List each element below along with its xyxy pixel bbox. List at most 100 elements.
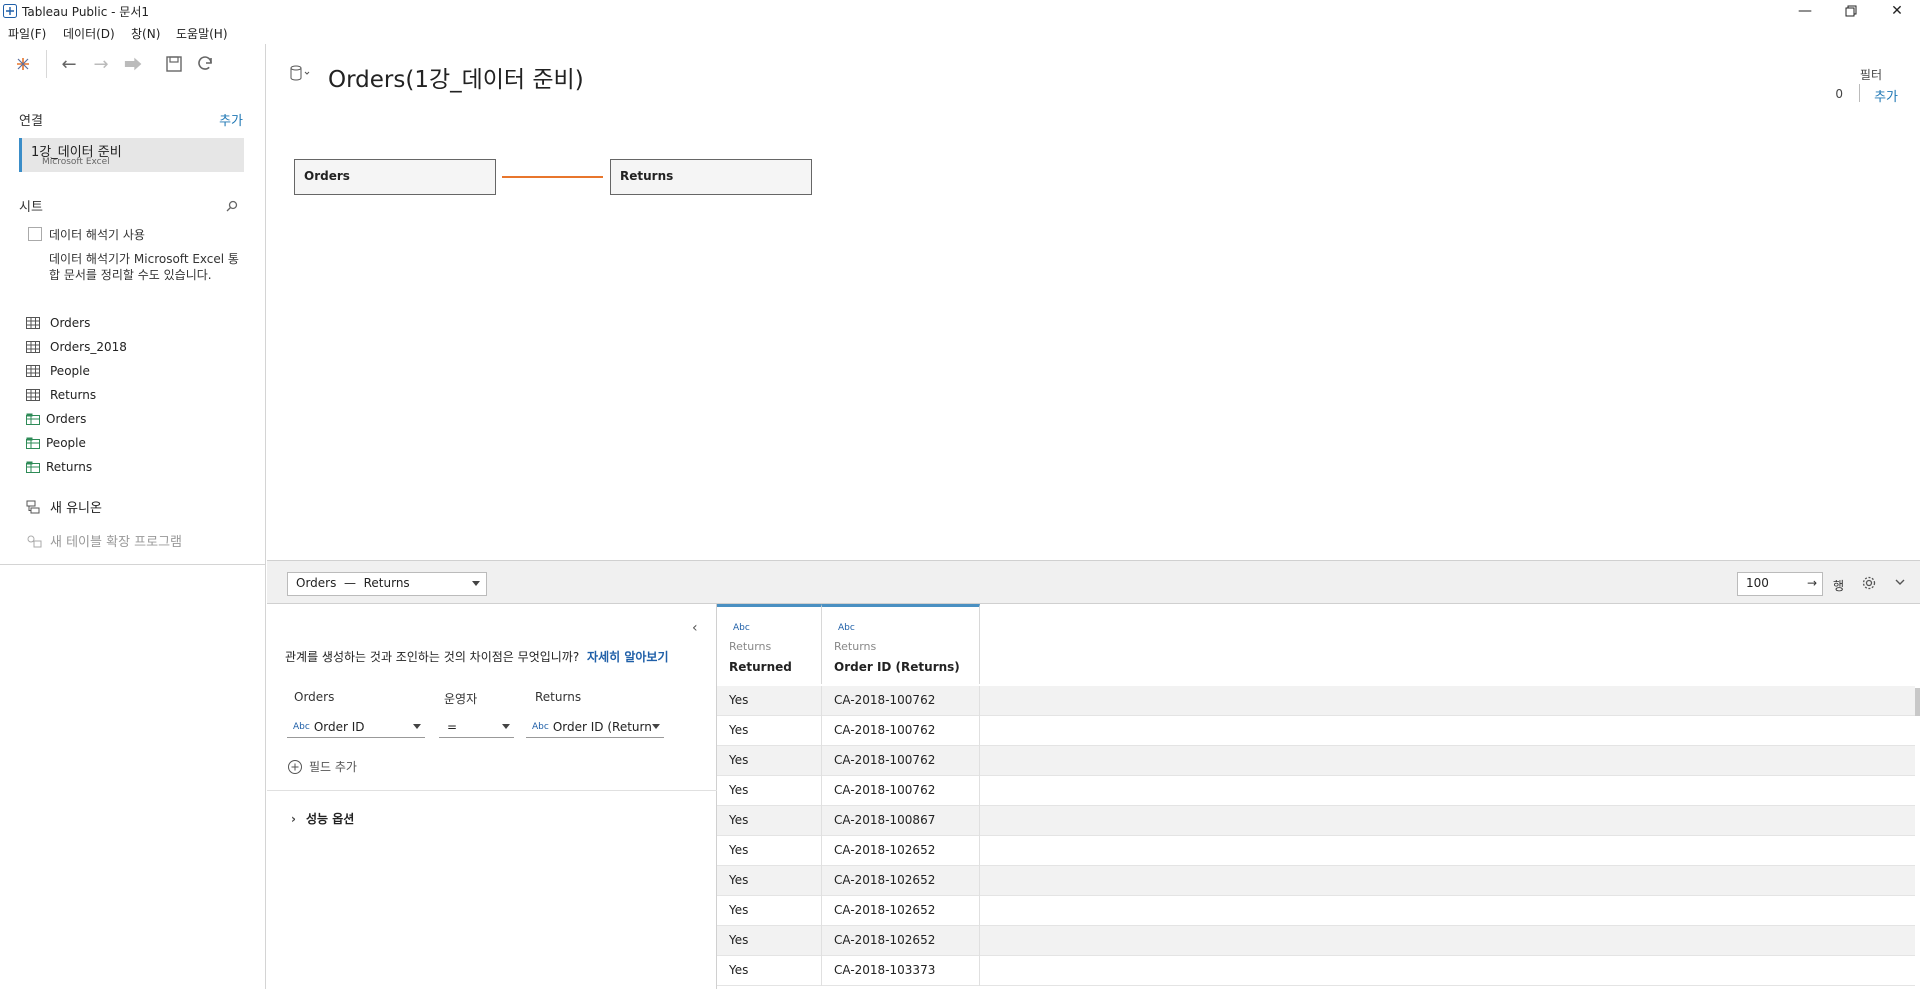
dropdown-caret-icon [472,581,480,586]
close-icon[interactable]: ✕ [1874,0,1920,22]
table-row: Yes CA-2018-103373 [717,956,1915,986]
relationship-select-value: Orders — Returns [296,576,410,590]
menu-bar: 파일(F) 데이터(D) 창(N) 도움말(H) [0,22,1920,44]
toolbar-divider [46,50,47,78]
named-range-people[interactable]: People [26,432,86,454]
rows-input[interactable]: 100 → [1737,572,1823,596]
canvas-table-returns[interactable]: Returns [610,159,812,195]
tableau-start-icon[interactable] [11,52,35,76]
grid-column-header-order-id[interactable]: Abc Returns Order ID (Returns) [822,604,980,684]
add-field-button[interactable]: 필드 추가 [287,758,357,775]
interpreter-checkbox[interactable] [28,227,42,241]
sheet-item-orders[interactable]: Orders [26,312,90,334]
string-type-icon[interactable]: Abc [838,623,855,633]
table-icon [26,317,40,329]
cell-order-id: CA-2018-100762 [834,753,936,767]
connections-label: 연결 [19,114,43,129]
table-icon [26,341,40,353]
named-range-label: Returns [46,460,93,474]
cell-returned: Yes [729,723,749,737]
relationship-noodle[interactable] [502,176,603,178]
interpreter-label: 데이터 해석기 사용 [49,228,145,242]
cell-divider [821,806,822,836]
restore-icon[interactable] [1828,0,1874,22]
sheets-label: 시트 [19,200,43,215]
cell-order-id: CA-2018-100762 [834,693,936,707]
add-field-label: 필드 추가 [309,760,357,774]
database-icon[interactable] [289,64,313,84]
cell-returned: Yes [729,843,749,857]
canvas-table-orders[interactable]: Orders [294,159,496,195]
add-connection-link[interactable]: 추가 [219,110,243,129]
string-type-icon: Abc [532,721,549,732]
connection-item[interactable]: 1강_데이터 준비 Microsoft Excel [19,138,244,172]
menu-window[interactable]: 창(N) [131,25,160,42]
menu-help[interactable]: 도움말(H) [176,25,228,42]
back-arrow-icon[interactable]: ← [57,52,81,76]
forward-arrow-icon[interactable]: → [89,52,113,76]
cell-divider [821,836,822,866]
menu-data[interactable]: 데이터(D) [63,25,115,42]
new-table-extension-item[interactable]: 새 테이블 확장 프로그램 [26,531,182,550]
cell-order-id: CA-2018-100762 [834,723,936,737]
refresh-icon[interactable] [193,52,217,76]
cell-divider [979,686,980,716]
sheet-item-orders-2018[interactable]: Orders_2018 [26,336,127,358]
sheet-label: Returns [50,388,97,402]
relationship-select[interactable]: Orders — Returns [287,572,487,596]
new-union-label: 새 유니온 [50,501,102,516]
performance-options-toggle[interactable]: › 성능 옵션 [291,810,354,827]
search-icon[interactable] [225,199,239,213]
cell-divider [979,776,980,806]
window-title: Tableau Public - 문서1 [22,5,149,19]
data-source-title[interactable]: Orders(1강_데이터 준비) [328,60,584,94]
named-range-returns[interactable]: Returns [26,456,92,478]
cell-order-id: CA-2018-102652 [834,843,936,857]
right-field-select[interactable]: Abc Order ID (Return [526,716,664,738]
data-source-canvas: Orders(1강_데이터 준비) 필터 0 추가 Orders Returns [267,44,1920,560]
sheet-item-people[interactable]: People [26,360,90,382]
cell-divider [979,716,980,746]
left-field-select[interactable]: Abc Order ID [287,716,425,738]
cell-divider [821,716,822,746]
sheet-label: People [50,364,90,378]
table-row: Yes CA-2018-102652 [717,866,1915,896]
data-grid: Abc Returns Returned Abc Returns Order I… [717,604,1920,989]
chevron-down-icon[interactable] [1893,575,1907,589]
cell-divider [979,896,980,926]
dropdown-caret-icon [413,724,421,729]
cell-returned: Yes [729,903,749,917]
panel-divider [267,790,717,791]
cell-divider [979,866,980,896]
left-table-header: Orders [294,690,335,704]
apply-arrow-icon[interactable]: → [1807,576,1817,590]
collapse-panel-icon[interactable]: ‹ [692,620,698,636]
filters-label: 필터 [1859,68,1882,82]
table-row: Yes CA-2018-102652 [717,896,1915,926]
cell-divider [979,806,980,836]
new-union-item[interactable]: 새 유니온 [26,497,102,516]
grid-column-header-returned[interactable]: Abc Returns Returned [717,604,822,684]
redo-icon[interactable]: ⮕ [121,52,145,76]
relationship-question: 관계를 생성하는 것과 조인하는 것의 차이점은 무엇입니까? [285,650,580,664]
gear-icon[interactable] [1861,575,1877,591]
sheet-item-returns[interactable]: Returns [26,384,96,406]
named-range-orders[interactable]: Orders [26,408,86,430]
table-icon [26,389,40,401]
cell-order-id: CA-2018-102652 [834,933,936,947]
save-icon[interactable] [162,52,186,76]
string-type-icon[interactable]: Abc [733,623,750,633]
add-filter-link[interactable]: 추가 [1874,86,1898,105]
cell-divider [821,686,822,716]
toolbar: ← → ⮕ [0,44,266,84]
grid-scrollbar[interactable] [1915,688,1920,716]
cell-order-id: CA-2018-100867 [834,813,936,827]
minimize-icon[interactable]: — [1782,0,1828,22]
menu-file[interactable]: 파일(F) [8,25,46,42]
column-name: Returned [729,660,792,674]
tableau-logo-icon [3,4,17,18]
learn-more-link[interactable]: 자세히 알아보기 [587,650,668,664]
interpreter-description: 데이터 해석기가 Microsoft Excel 통합 문서를 정리할 수도 있… [49,252,239,282]
cell-divider [979,746,980,776]
operator-select[interactable]: = [439,716,514,738]
